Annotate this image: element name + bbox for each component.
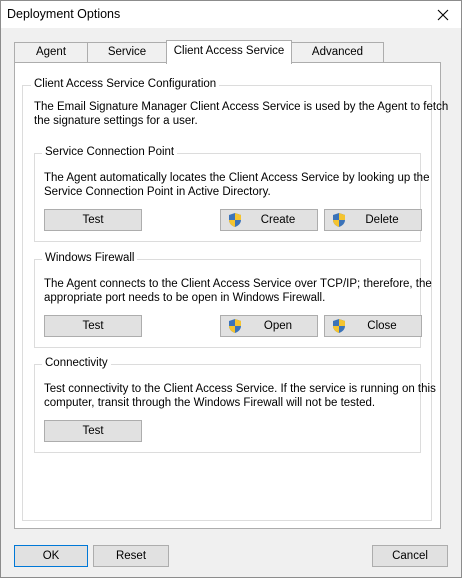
- firewall-close-button[interactable]: Close: [324, 315, 422, 337]
- windows-firewall-heading: Windows Firewall: [42, 252, 138, 264]
- connectivity-test-button[interactable]: Test: [44, 420, 142, 442]
- connectivity-description-line: Test connectivity to the Client Access S…: [44, 383, 436, 395]
- title-bar: Deployment Options: [1, 1, 461, 28]
- firewall-description-line: The Agent connects to the Client Access …: [44, 278, 432, 290]
- tab-strip: Agent Service Client Access Service Adva…: [14, 40, 444, 64]
- firewall-description: The Agent connects to the Client Access …: [44, 277, 432, 305]
- firewall-open-label: Open: [263, 320, 293, 332]
- reset-label: Reset: [115, 550, 147, 562]
- connectivity-group: Connectivity Test connectivity to the Cl…: [34, 357, 436, 453]
- tab-service[interactable]: Service: [87, 42, 167, 62]
- uac-shield-icon: [229, 213, 241, 227]
- firewall-description-line: appropriate port needs to be open in Win…: [44, 292, 326, 304]
- configuration-description-line: The Email Signature Manager Client Acces…: [34, 101, 449, 113]
- firewall-open-button[interactable]: Open: [220, 315, 318, 337]
- firewall-close-label: Close: [367, 320, 397, 332]
- ok-button[interactable]: OK: [14, 545, 88, 567]
- scp-delete-label: Delete: [365, 214, 399, 226]
- service-connection-point-group: Service Connection Point The Agent autom…: [34, 146, 429, 242]
- cancel-button[interactable]: Cancel: [372, 545, 448, 567]
- scp-description: The Agent automatically locates the Clie…: [44, 171, 429, 199]
- configuration-description-line: the signature settings for a user.: [34, 115, 198, 127]
- tab-agent[interactable]: Agent: [14, 42, 88, 62]
- window-title: Deployment Options: [7, 7, 121, 21]
- close-window-button[interactable]: [425, 1, 461, 28]
- uac-shield-icon: [333, 319, 345, 333]
- windows-firewall-group: Windows Firewall The Agent connects to t…: [34, 252, 432, 348]
- scp-test-label: Test: [82, 214, 104, 226]
- scp-description-line: The Agent automatically locates the Clie…: [44, 172, 430, 184]
- connectivity-description: Test connectivity to the Client Access S…: [44, 382, 436, 410]
- scp-description-line: Service Connection Point in Active Direc…: [44, 186, 271, 198]
- deployment-options-dialog: Deployment Options Agent Service Client …: [0, 0, 462, 578]
- connectivity-description-line: computer, transit through the Windows Fi…: [44, 397, 376, 409]
- uac-shield-icon: [229, 319, 241, 333]
- configuration-description: The Email Signature Manager Client Acces…: [34, 100, 448, 128]
- configuration-group: Client Access Service Configuration The …: [22, 78, 448, 521]
- tab-advanced[interactable]: Advanced: [291, 42, 384, 62]
- scp-delete-button[interactable]: Delete: [324, 209, 422, 231]
- tab-client-access-service[interactable]: Client Access Service: [166, 40, 292, 64]
- ok-label: OK: [42, 550, 60, 562]
- service-connection-point-heading: Service Connection Point: [42, 146, 178, 158]
- scp-create-label: Create: [260, 214, 296, 226]
- firewall-test-button[interactable]: Test: [44, 315, 142, 337]
- firewall-test-label: Test: [82, 320, 104, 332]
- client-access-service-panel: Client Access Service Configuration The …: [14, 62, 448, 529]
- close-icon: [437, 9, 449, 20]
- scp-create-button[interactable]: Create: [220, 209, 318, 231]
- configuration-heading: Client Access Service Configuration: [31, 78, 220, 90]
- cancel-label: Cancel: [392, 550, 428, 562]
- connectivity-test-label: Test: [82, 425, 104, 437]
- reset-button[interactable]: Reset: [93, 545, 169, 567]
- uac-shield-icon: [333, 213, 345, 227]
- scp-test-button[interactable]: Test: [44, 209, 142, 231]
- connectivity-heading: Connectivity: [42, 357, 111, 369]
